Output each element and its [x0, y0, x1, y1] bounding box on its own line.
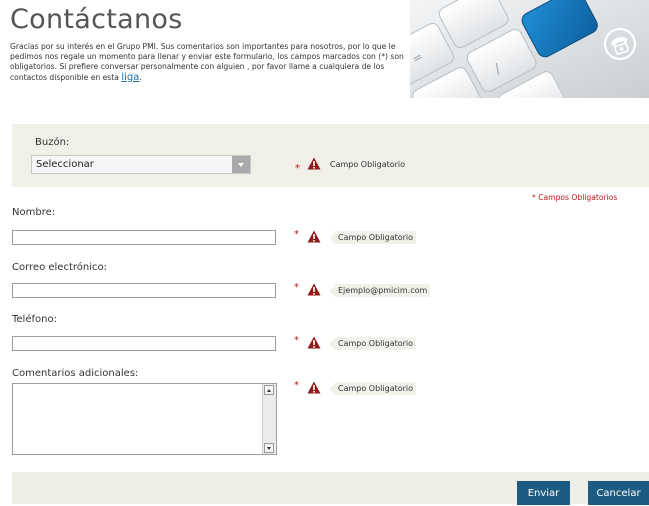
page-title: Contáctanos — [10, 4, 183, 35]
warning-icon — [307, 381, 321, 394]
mailbox-label: Buzón: — [35, 137, 70, 148]
name-hint: Campo Obligatorio — [329, 231, 417, 244]
phone-input[interactable] — [12, 336, 276, 351]
phone-label: Teléfono: — [12, 314, 57, 325]
chevron-down-icon[interactable] — [232, 156, 250, 173]
phone-hint-text: Campo Obligatorio — [335, 337, 417, 350]
warning-icon — [307, 283, 321, 296]
phone-hint: Campo Obligatorio — [329, 337, 417, 350]
intro-paragraph: Gracias por su interés en el Grupo PMI. … — [10, 42, 404, 82]
warning-icon — [307, 157, 321, 170]
intro-text: Gracias por su interés en el Grupo PMI. … — [10, 42, 408, 83]
comments-hint-text: Campo Obligatorio — [335, 382, 417, 395]
scroll-up-icon[interactable] — [264, 385, 274, 395]
mailbox-selected-value: Seleccionar — [36, 159, 94, 170]
cancel-button[interactable]: Cancelar — [588, 481, 649, 505]
contacts-link[interactable]: liga — [121, 72, 139, 83]
warning-icon — [307, 336, 321, 349]
email-label: Correo electrónico: — [12, 262, 107, 273]
warning-icon — [307, 230, 321, 243]
mailbox-hint-text: Campo Obligatorio — [330, 160, 406, 169]
comments-label: Comentarios adicionales: — [12, 368, 139, 379]
name-input[interactable] — [12, 230, 276, 245]
comments-textarea[interactable] — [12, 383, 277, 455]
comments-hint: Campo Obligatorio — [329, 382, 417, 395]
scrollbar[interactable] — [262, 384, 276, 454]
required-star: * — [294, 380, 299, 391]
required-star: * — [294, 282, 299, 293]
required-fields-note: * Campos Obligatorios — [532, 193, 618, 202]
send-button[interactable]: Enviar — [517, 481, 570, 505]
email-input[interactable] — [12, 283, 276, 298]
mailbox-hint: Campo Obligatorio — [327, 158, 408, 171]
required-star: * — [295, 163, 300, 174]
email-hint-text: Ejemplo@pmicim.com — [335, 284, 431, 297]
intro-end: . — [139, 72, 142, 82]
required-star: * — [294, 229, 299, 240]
scroll-down-icon[interactable] — [264, 443, 274, 453]
mailbox-select[interactable]: Seleccionar — [31, 155, 251, 174]
name-hint-text: Campo Obligatorio — [335, 231, 417, 244]
keyboard-hero-image: = / — [410, 0, 649, 98]
required-star: * — [294, 335, 299, 346]
name-label: Nombre: — [12, 207, 56, 218]
email-hint: Ejemplo@pmicim.com — [329, 284, 431, 297]
